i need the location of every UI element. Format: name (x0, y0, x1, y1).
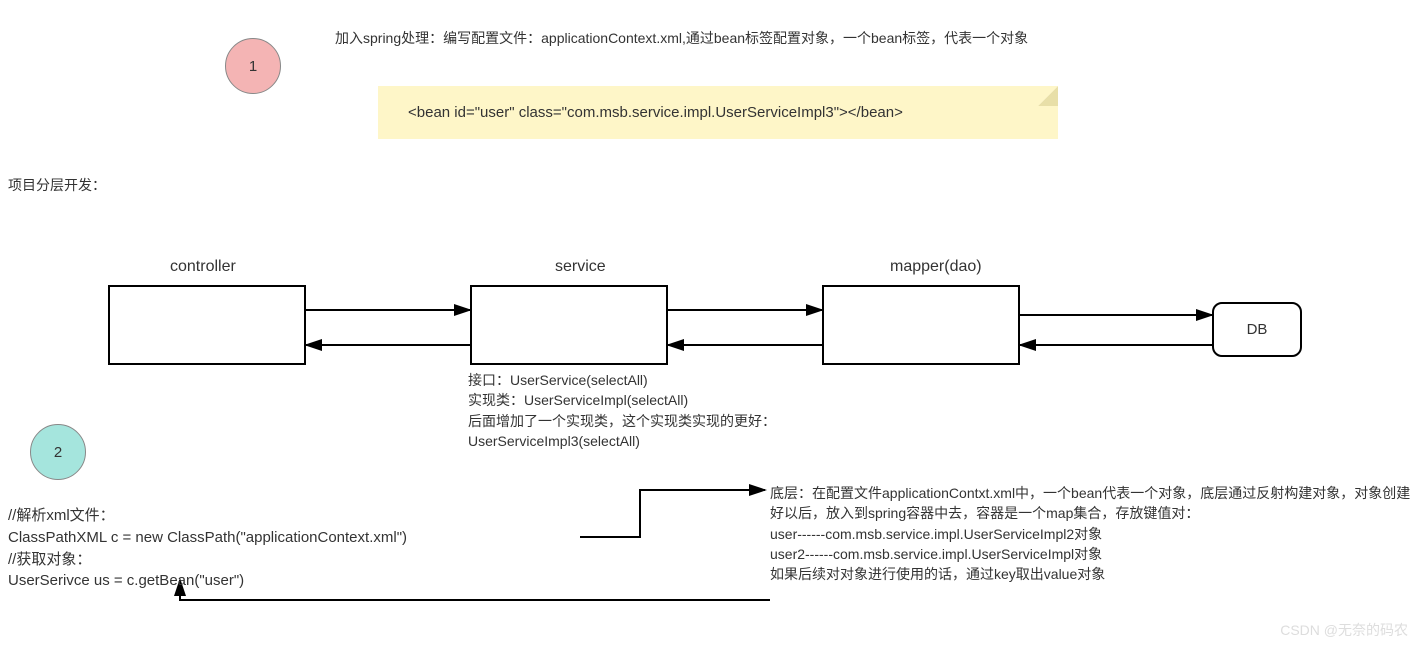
step-badge-2: 2 (30, 424, 86, 480)
bottom-right-notes: 底层：在配置文件applicationContxt.xml中，一个bean代表一… (770, 483, 1420, 584)
service-notes: 接口：UserService(selectAll) 实现类：UserServic… (468, 370, 888, 451)
watermark: CSDN @无奈的码农 (1280, 620, 1408, 640)
step-number-2: 2 (54, 444, 62, 461)
step2-code: //解析xml文件： ClassPathXML c = new ClassPat… (8, 505, 608, 592)
